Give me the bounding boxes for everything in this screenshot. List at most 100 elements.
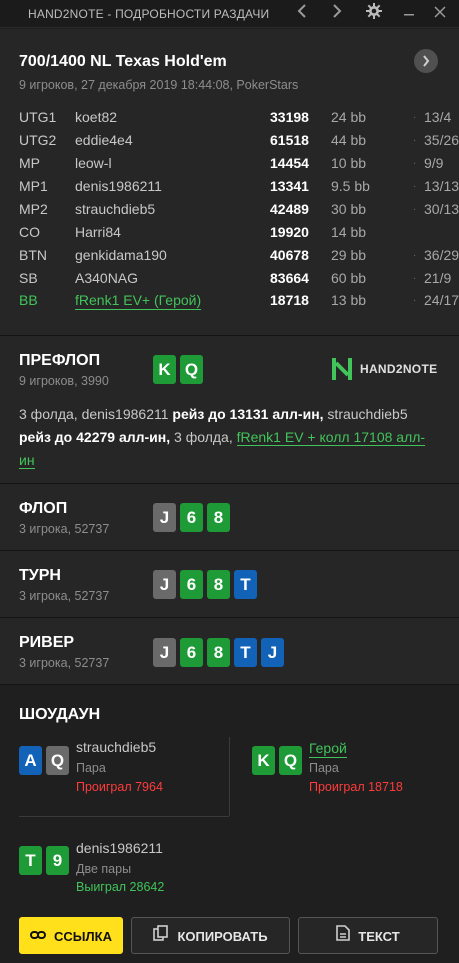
- showdown-card: T: [19, 846, 42, 875]
- showdown-card: Q: [46, 746, 69, 775]
- player-position: BTN: [19, 247, 47, 263]
- showdown-card: K: [252, 746, 275, 775]
- player-position: UTG1: [19, 109, 57, 125]
- player-stack: 61518: [270, 132, 309, 148]
- separator-dot: ·: [413, 204, 417, 215]
- link-button-label: ССЫЛКА: [54, 929, 112, 944]
- window-title: HAND2NOTE - ПОДРОБНОСТИ РАЗДАЧИ: [28, 7, 270, 21]
- board-card: 8: [207, 570, 230, 599]
- player-name[interactable]: Harri84: [75, 224, 121, 240]
- player-stack-bb: 10 bb: [331, 155, 367, 171]
- turn-title: ТУРН: [19, 567, 61, 584]
- player-row: MP leow-l 14454 10 bb · 9/9: [0, 155, 459, 175]
- player-stack-bb: 44 bb: [331, 132, 367, 148]
- gear-icon[interactable]: [363, 3, 385, 25]
- board-card: J: [153, 570, 176, 599]
- separator-dot: ·: [413, 273, 417, 284]
- player-stats: 30/13: [424, 201, 459, 217]
- hero-player-row: BB fRenk1 EV+ (Герой) 18718 13 bb · 24/1…: [0, 292, 459, 312]
- copy-button-label: КОПИРОВАТЬ: [177, 929, 268, 944]
- action-part: 3 фолда, denis1986211: [19, 406, 173, 422]
- separator-dot: ·: [413, 158, 417, 169]
- action-part: 3 фолда,: [170, 429, 237, 445]
- showdown-player-name[interactable]: strauchdieb5: [76, 739, 156, 755]
- board-card: T: [234, 570, 257, 599]
- player-name[interactable]: A340NAG: [75, 270, 138, 286]
- text-button[interactable]: ТЕКСТ: [298, 917, 438, 954]
- separator-dot: ·: [413, 181, 417, 192]
- player-position: UTG2: [19, 132, 57, 148]
- back-arrow-icon[interactable]: [291, 3, 313, 25]
- player-stats: 21/9: [424, 270, 452, 286]
- flop-subtitle: 3 игрока, 52737: [19, 522, 110, 536]
- forward-arrow-icon[interactable]: [326, 3, 348, 25]
- showdown-player-name[interactable]: denis1986211: [76, 840, 163, 856]
- title-bar: HAND2NOTE - ПОДРОБНОСТИ РАЗДАЧИ: [0, 0, 459, 28]
- player-stack-bb: 60 bb: [331, 270, 367, 286]
- separator-dot: ·: [413, 135, 417, 146]
- player-name[interactable]: genkidama190: [75, 247, 167, 263]
- hero-player-name[interactable]: fRenk1 EV+ (Герой): [75, 292, 202, 310]
- hole-card: Q: [180, 355, 203, 384]
- showdown-result: Выиграл 28642: [76, 880, 165, 894]
- preflop-subtitle: 9 игроков, 3990: [19, 374, 109, 388]
- player-name[interactable]: eddie4e4: [75, 132, 133, 148]
- player-stats: 35/26: [424, 132, 459, 148]
- player-stack: 33198: [270, 109, 309, 125]
- board-card: J: [153, 638, 176, 667]
- player-stack: 13341: [270, 178, 309, 194]
- board-card: 6: [180, 570, 203, 599]
- board-card: J: [153, 503, 176, 532]
- player-stats: 13/4: [424, 109, 452, 125]
- player-position: BB: [19, 292, 38, 308]
- player-name[interactable]: leow-l: [75, 155, 112, 171]
- logo-text: HAND2NOTE: [360, 362, 438, 376]
- player-stats: 36/29: [424, 247, 459, 263]
- divider: [229, 737, 230, 816]
- showdown-result: Проиграл 7964: [76, 780, 163, 794]
- divider: [19, 816, 229, 817]
- player-stack: 19920: [270, 224, 309, 240]
- player-position: SB: [19, 270, 38, 286]
- player-row: MP2 strauchdieb5 42489 30 bb · 30/13: [0, 201, 459, 221]
- separator-dot: ·: [413, 250, 417, 261]
- game-subtitle: 9 игроков, 27 декабря 2019 18:44:08, Pok…: [19, 78, 299, 92]
- player-stack-bb: 9.5 bb: [331, 178, 370, 194]
- player-name[interactable]: strauchdieb5: [75, 201, 155, 217]
- separator-dot: ·: [413, 295, 417, 306]
- close-icon[interactable]: [429, 3, 451, 25]
- next-hand-button[interactable]: [414, 49, 438, 73]
- player-name[interactable]: denis1986211: [75, 178, 162, 194]
- player-stack: 42489: [270, 201, 309, 217]
- showdown-hand-rank: Пара: [309, 761, 339, 775]
- showdown-hero-name[interactable]: Герой: [309, 740, 347, 758]
- player-stack: 18718: [270, 292, 309, 308]
- board-card: 6: [180, 638, 203, 667]
- player-row: SB A340NAG 83664 60 bb · 21/9: [0, 270, 459, 290]
- hole-card: K: [153, 355, 176, 384]
- player-row: BTN genkidama190 40678 29 bb · 36/29: [0, 247, 459, 267]
- action-raise: рейз до 13131 алл-ин,: [172, 406, 324, 422]
- link-button[interactable]: ССЫЛКА: [19, 917, 123, 954]
- player-row: UTG1 koet82 33198 24 bb · 13/4: [0, 109, 459, 129]
- turn-subtitle: 3 игрока, 52737: [19, 589, 110, 603]
- minimize-icon[interactable]: [398, 3, 420, 25]
- player-name[interactable]: koet82: [75, 109, 117, 125]
- player-stack: 14454: [270, 155, 309, 171]
- board-card: T: [234, 638, 257, 667]
- player-stats: 13/13: [424, 178, 459, 194]
- document-icon: [336, 918, 351, 955]
- board-card: J: [261, 638, 284, 667]
- showdown-title: ШОУДАУН: [19, 706, 101, 723]
- player-stats: 24/17: [424, 292, 459, 308]
- player-row: CO Harri84 19920 14 bb: [0, 224, 459, 244]
- board-card: 8: [207, 503, 230, 532]
- copy-button[interactable]: КОПИРОВАТЬ: [131, 917, 290, 954]
- preflop-title: ПРЕФЛОП: [19, 352, 101, 369]
- player-stack-bb: 24 bb: [331, 109, 367, 125]
- hand2note-logo: HAND2NOTE: [331, 357, 437, 381]
- player-position: CO: [19, 224, 40, 240]
- player-stack-bb: 13 bb: [331, 292, 367, 308]
- action-raise: рейз до 42279 алл-ин,: [19, 429, 171, 445]
- preflop-action-text: 3 фолда, denis1986211 рейз до 13131 алл-…: [19, 403, 439, 472]
